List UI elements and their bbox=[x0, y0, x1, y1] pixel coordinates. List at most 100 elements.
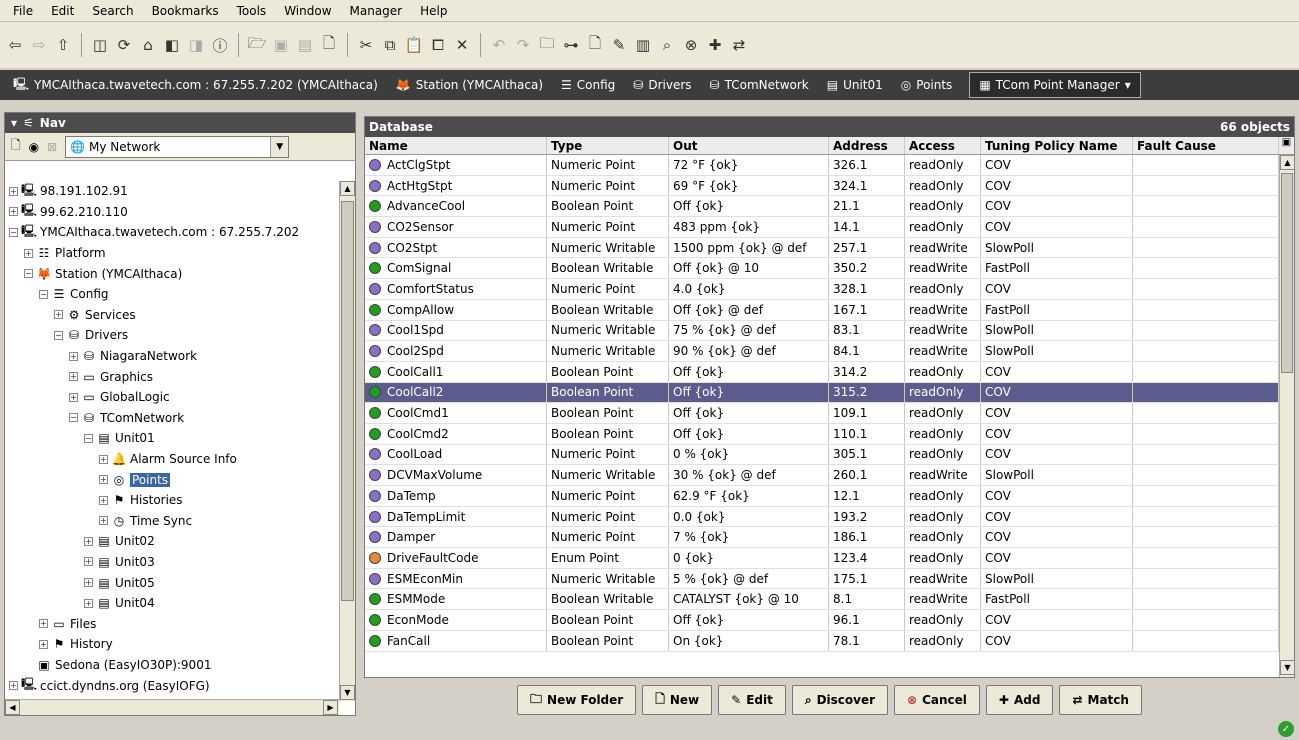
collapse-icon[interactable]: − bbox=[24, 269, 33, 279]
tree-node[interactable]: − ⛁ Drivers bbox=[5, 325, 339, 346]
scroll-up-icon[interactable]: ▲ bbox=[340, 181, 355, 196]
redo-icon[interactable]: ↷ bbox=[512, 34, 534, 56]
column-chooser-icon[interactable]: ▣ bbox=[1279, 137, 1294, 155]
table-row[interactable]: ActClgStpt Numeric Point 72 °F {ok} 326.1 re… bbox=[365, 155, 1279, 176]
table-row[interactable]: EconMode Boolean Point Off {ok} 96.1 readOnl… bbox=[365, 610, 1279, 631]
column-header[interactable]: Address bbox=[829, 137, 905, 154]
breadcrumb-item[interactable]: 🦊 Station (YMCAIthaca) bbox=[387, 72, 552, 98]
tree-node[interactable]: ▣ Sedona (EasyIO30P):9001 bbox=[5, 655, 339, 676]
tree-node[interactable]: + ▤ Unit02 bbox=[5, 531, 339, 552]
refresh-icon[interactable]: ◉ bbox=[29, 140, 39, 154]
menu-manager[interactable]: Manager bbox=[341, 4, 412, 18]
expand-icon[interactable]: + bbox=[54, 310, 63, 320]
edit-button[interactable]: ✎ Edit bbox=[718, 685, 786, 715]
table-row[interactable]: ESMEconMin Numeric Writable 5 % {ok} @ def… bbox=[365, 568, 1279, 590]
cancel-button[interactable]: ⊗ Cancel bbox=[894, 685, 980, 715]
expand-icon[interactable]: + bbox=[69, 351, 78, 361]
table-row[interactable]: Cool1Spd Numeric Writable 75 % {ok} @ def 8… bbox=[365, 320, 1279, 342]
expand-icon[interactable]: + bbox=[84, 536, 93, 546]
column-header[interactable]: Type bbox=[547, 137, 669, 154]
expand-icon[interactable]: + bbox=[69, 392, 78, 402]
breadcrumb-item[interactable]: ☰ Config bbox=[552, 72, 624, 98]
tree-node[interactable]: − 🖳 YMCAIthaca.twavetech.com : 67.255.7.20… bbox=[5, 222, 339, 243]
table-vertical-scrollbar[interactable]: ▲ ▼ bbox=[1279, 155, 1295, 677]
history-icon[interactable]: ◨ bbox=[185, 34, 207, 56]
table-row[interactable]: Cool2Spd Numeric Writable 90 % {ok} @ def 8… bbox=[365, 341, 1279, 362]
menu-window[interactable]: Window bbox=[275, 4, 340, 18]
breadcrumb-item[interactable]: ⛁ TComNetwork bbox=[701, 72, 818, 98]
tree-node[interactable]: + 🖳 ccict.dyndns.org (EasyIOFG) bbox=[5, 675, 339, 696]
new-icon[interactable]: 🗋 bbox=[584, 34, 606, 56]
cut-icon[interactable]: ✂ bbox=[355, 34, 377, 56]
scroll-right-icon[interactable]: ▶ bbox=[323, 700, 338, 715]
table-row[interactable]: DaTempLimit Numeric Point 0.0 {ok} 193.2 rea… bbox=[365, 506, 1279, 528]
collapse-icon[interactable]: − bbox=[9, 227, 18, 237]
breadcrumb-item[interactable]: 🖳 YMCAIthaca.twavetech.com : 67.255.7.202… bbox=[4, 72, 387, 98]
save-icon[interactable]: ▣ bbox=[270, 34, 292, 56]
cancel-icon[interactable]: ⊗ bbox=[680, 34, 702, 56]
tree-node[interactable]: + ▭ Graphics bbox=[5, 366, 339, 387]
tree-node[interactable]: + 🖳 99.62.210.110 bbox=[5, 202, 339, 223]
expand-icon[interactable]: + bbox=[39, 619, 48, 629]
side-bar-icon[interactable]: ◫ bbox=[89, 34, 111, 56]
tree-node[interactable]: + 🔔 Alarm Source Info bbox=[5, 449, 339, 470]
tree-node[interactable]: − ▤ Unit01 bbox=[5, 428, 339, 449]
tree-horizontal-scrollbar[interactable]: ◀ ▶ bbox=[5, 699, 339, 715]
collapse-icon[interactable]: − bbox=[69, 413, 78, 423]
expand-icon[interactable]: + bbox=[99, 454, 108, 464]
table-row[interactable]: CoolCall1 Boolean Point Off {ok} 314.2 readO… bbox=[365, 361, 1279, 383]
column-header[interactable]: Access bbox=[905, 137, 981, 154]
table-row[interactable]: CoolCall2 Boolean Point Off {ok} 315.2 readO… bbox=[365, 382, 1279, 404]
up-level-icon[interactable]: ⇧ bbox=[52, 34, 74, 56]
expand-icon[interactable]: + bbox=[99, 495, 108, 505]
breadcrumb-item[interactable]: ⛁ Drivers bbox=[624, 72, 700, 98]
tree-node[interactable]: + ▤ Unit04 bbox=[5, 593, 339, 614]
recent-icon[interactable]: ◧ bbox=[161, 34, 183, 56]
expand-icon[interactable]: + bbox=[99, 475, 108, 485]
column-header[interactable]: Name bbox=[365, 137, 547, 154]
expand-icon[interactable]: + bbox=[84, 557, 93, 567]
match-icon[interactable]: ⇄ bbox=[728, 34, 750, 56]
menu-bookmarks[interactable]: Bookmarks bbox=[143, 4, 228, 18]
tree-node[interactable]: + 🖳 98.191.102.91 bbox=[5, 181, 339, 202]
table-row[interactable]: ComSignal Boolean Writable Off {ok} @ 10 35… bbox=[365, 258, 1279, 280]
tree-node[interactable]: + ⚑ History bbox=[5, 634, 339, 655]
tree-node[interactable]: + ▤ Unit03 bbox=[5, 552, 339, 573]
menu-tools[interactable]: Tools bbox=[228, 4, 276, 18]
table-row[interactable]: DriveFaultCode Enum Point 0 {ok} 123.4 readO… bbox=[365, 548, 1279, 569]
collapse-icon[interactable]: − bbox=[54, 330, 63, 340]
scroll-thumb[interactable] bbox=[1281, 173, 1293, 373]
expand-icon[interactable]: + bbox=[99, 516, 108, 526]
menu-help[interactable]: Help bbox=[411, 4, 456, 18]
tree-vertical-scrollbar[interactable]: ▲ ▼ bbox=[339, 181, 355, 701]
collapse-icon[interactable]: − bbox=[39, 289, 48, 299]
menu-search[interactable]: Search bbox=[83, 4, 142, 18]
tree-node[interactable]: + ▭ GlobalLogic bbox=[5, 387, 339, 408]
nav-selector[interactable]: 🌐 My Network ▼ bbox=[65, 135, 290, 158]
expand-icon[interactable]: + bbox=[39, 639, 48, 649]
expand-icon[interactable]: + bbox=[69, 372, 78, 382]
home-icon[interactable]: ⌂ bbox=[137, 34, 159, 56]
scroll-down-icon[interactable]: ▼ bbox=[1280, 660, 1295, 675]
scroll-thumb[interactable] bbox=[341, 201, 354, 601]
save-all-icon[interactable]: ▤ bbox=[294, 34, 316, 56]
tree-node[interactable]: + ▤ Unit05 bbox=[5, 572, 339, 593]
new-icon[interactable]: 🗋 bbox=[11, 136, 21, 157]
discover-button[interactable]: ⌕ Discover bbox=[791, 685, 889, 715]
menu-file[interactable]: File bbox=[4, 4, 42, 18]
tree-node[interactable]: + ☷ Platform bbox=[5, 243, 339, 264]
breadcrumb-item[interactable]: ▤ Unit01 bbox=[818, 72, 892, 98]
scroll-up-icon[interactable]: ▲ bbox=[1280, 155, 1295, 170]
collapse-icon[interactable]: − bbox=[84, 433, 93, 443]
new-button[interactable]: 🗋 New bbox=[642, 685, 713, 715]
tree-node[interactable]: − ⛁ TComNetwork bbox=[5, 408, 339, 429]
undo-icon[interactable]: ↶ bbox=[488, 34, 510, 56]
expand-icon[interactable]: + bbox=[24, 248, 33, 258]
table-row[interactable]: CoolCmd2 Boolean Point Off {ok} 110.1 readOn… bbox=[365, 423, 1279, 445]
match-button[interactable]: ⇄ Match bbox=[1059, 685, 1142, 715]
expand-icon[interactable]: + bbox=[9, 207, 18, 217]
tree-node[interactable]: + ▭ Files bbox=[5, 613, 339, 634]
duplicate-icon[interactable]: ⧠ bbox=[427, 34, 449, 56]
tree-node[interactable]: + ◎ Points bbox=[5, 469, 339, 490]
column-header[interactable]: Fault Cause bbox=[1133, 137, 1279, 154]
